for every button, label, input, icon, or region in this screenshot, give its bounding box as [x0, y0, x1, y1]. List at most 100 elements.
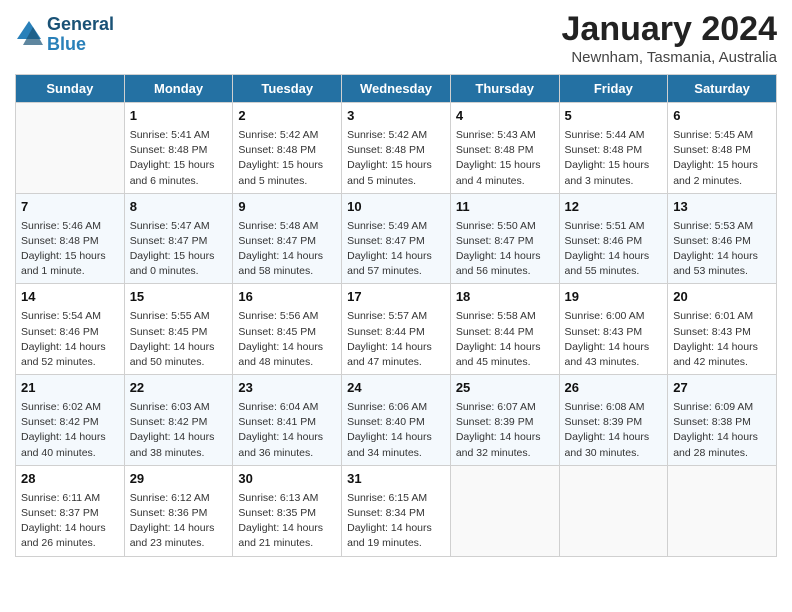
day-info-line: Daylight: 14 hours — [238, 249, 336, 264]
day-number: 31 — [347, 470, 445, 489]
day-number: 7 — [21, 198, 119, 217]
day-info-line: and 53 minutes. — [673, 264, 771, 279]
calendar-cell: 22Sunrise: 6:03 AMSunset: 8:42 PMDayligh… — [124, 375, 233, 466]
day-number: 28 — [21, 470, 119, 489]
day-info-line: Sunrise: 5:56 AM — [238, 309, 336, 324]
day-number: 15 — [130, 288, 228, 307]
calendar-cell: 13Sunrise: 5:53 AMSunset: 8:46 PMDayligh… — [668, 193, 777, 284]
day-info-line: Daylight: 14 hours — [673, 249, 771, 264]
day-info-line: Daylight: 14 hours — [565, 430, 663, 445]
calendar-cell: 25Sunrise: 6:07 AMSunset: 8:39 PMDayligh… — [450, 375, 559, 466]
day-info-line: and 19 minutes. — [347, 536, 445, 551]
day-info-line: Sunset: 8:47 PM — [456, 234, 554, 249]
day-info-line: and 34 minutes. — [347, 446, 445, 461]
day-info-line: Daylight: 15 hours — [130, 158, 228, 173]
day-info-line: Sunset: 8:36 PM — [130, 506, 228, 521]
day-info-line: Sunset: 8:48 PM — [456, 143, 554, 158]
day-number: 8 — [130, 198, 228, 217]
calendar-cell: 28Sunrise: 6:11 AMSunset: 8:37 PMDayligh… — [16, 465, 125, 556]
day-number: 6 — [673, 107, 771, 126]
title-block: January 2024 Newnham, Tasmania, Australi… — [562, 10, 778, 66]
calendar-cell: 6Sunrise: 5:45 AMSunset: 8:48 PMDaylight… — [668, 103, 777, 194]
day-info-line: Sunrise: 5:51 AM — [565, 219, 663, 234]
month-title: January 2024 — [562, 10, 778, 49]
calendar-cell: 27Sunrise: 6:09 AMSunset: 8:38 PMDayligh… — [668, 375, 777, 466]
day-info-line: Sunset: 8:44 PM — [347, 325, 445, 340]
day-info-line: Sunset: 8:42 PM — [21, 415, 119, 430]
day-info-line: Sunset: 8:48 PM — [238, 143, 336, 158]
logo: General Blue — [15, 15, 114, 55]
day-number: 3 — [347, 107, 445, 126]
calendar-cell: 4Sunrise: 5:43 AMSunset: 8:48 PMDaylight… — [450, 103, 559, 194]
calendar-cell: 1 Sunrise: 5:41 AMSunset: 8:48 PMDaylight… — [124, 103, 233, 194]
day-number: 23 — [238, 379, 336, 398]
day-info-line: and 56 minutes. — [456, 264, 554, 279]
day-info-line: Sunset: 8:48 PM — [21, 234, 119, 249]
logo-general: General — [47, 15, 114, 35]
day-number: 13 — [673, 198, 771, 217]
day-info-line: Sunset: 8:39 PM — [456, 415, 554, 430]
day-info-line: Sunset: 8:42 PM — [130, 415, 228, 430]
day-number: 18 — [456, 288, 554, 307]
day-info-line: and 30 minutes. — [565, 446, 663, 461]
day-number: 22 — [130, 379, 228, 398]
calendar-cell: 16Sunrise: 5:56 AMSunset: 8:45 PMDayligh… — [233, 284, 342, 375]
week-row-1: 1Sunrise: 5:41 AMSunset: 8:48 PMDaylight… — [16, 103, 777, 194]
day-info-line: and 45 minutes. — [456, 355, 554, 370]
day-info-line: and 57 minutes. — [347, 264, 445, 279]
day-info-line: Sunset: 8:47 PM — [347, 234, 445, 249]
calendar-cell: 31Sunrise: 6:15 AMSunset: 8:34 PMDayligh… — [342, 465, 451, 556]
calendar-cell: 2Sunrise: 5:42 AMSunset: 8:48 PMDaylight… — [233, 103, 342, 194]
day-info-line: Sunrise: 5:54 AM — [21, 309, 119, 324]
day-info-line: Sunset: 8:46 PM — [565, 234, 663, 249]
day-info-line: Daylight: 14 hours — [347, 249, 445, 264]
day-number: 19 — [565, 288, 663, 307]
day-number: 9 — [238, 198, 336, 217]
day-info-line: Daylight: 14 hours — [238, 430, 336, 445]
day-info-line: and 4 minutes. — [456, 174, 554, 189]
day-info-line: Sunrise: 5:48 AM — [238, 219, 336, 234]
day-info-line: and 1 minute. — [21, 264, 119, 279]
day-info-line: Sunset: 8:47 PM — [238, 234, 336, 249]
day-number: 16 — [238, 288, 336, 307]
day-info-line: Sunset: 8:48 PM — [130, 143, 228, 158]
day-info-line: and 23 minutes. — [130, 536, 228, 551]
day-info-line: and 48 minutes. — [238, 355, 336, 370]
calendar-table: SundayMondayTuesdayWednesdayThursdayFrid… — [15, 74, 777, 557]
day-info-line: Daylight: 14 hours — [238, 521, 336, 536]
day-info-line: and 58 minutes. — [238, 264, 336, 279]
week-row-4: 21Sunrise: 6:02 AMSunset: 8:42 PMDayligh… — [16, 375, 777, 466]
logo-blue: Blue — [47, 35, 114, 55]
day-info-line: Daylight: 14 hours — [456, 249, 554, 264]
day-info-line: Daylight: 15 hours — [130, 249, 228, 264]
day-info-line: Daylight: 14 hours — [130, 340, 228, 355]
day-number: 25 — [456, 379, 554, 398]
day-number: 20 — [673, 288, 771, 307]
calendar-cell: 5Sunrise: 5:44 AMSunset: 8:48 PMDaylight… — [559, 103, 668, 194]
day-info-line: Sunrise: 5:46 AM — [21, 219, 119, 234]
calendar-cell: 8Sunrise: 5:47 AMSunset: 8:47 PMDaylight… — [124, 193, 233, 284]
day-info-line: and 52 minutes. — [21, 355, 119, 370]
day-info-line: Sunrise: 5:41 AM — [130, 128, 228, 143]
logo-icon — [15, 19, 43, 47]
day-info-line: Sunset: 8:44 PM — [456, 325, 554, 340]
calendar-cell: 7Sunrise: 5:46 AMSunset: 8:48 PMDaylight… — [16, 193, 125, 284]
location: Newnham, Tasmania, Australia — [562, 49, 778, 66]
day-info-line: Sunset: 8:48 PM — [347, 143, 445, 158]
day-info-line: Sunset: 8:48 PM — [565, 143, 663, 158]
day-info-line: Daylight: 14 hours — [130, 521, 228, 536]
day-info-line: Sunrise: 5:53 AM — [673, 219, 771, 234]
day-number: 29 — [130, 470, 228, 489]
day-info-line: Sunrise: 6:06 AM — [347, 400, 445, 415]
day-info-line: Sunset: 8:38 PM — [673, 415, 771, 430]
day-info-line: Daylight: 14 hours — [238, 340, 336, 355]
day-info-line: Daylight: 15 hours — [456, 158, 554, 173]
day-info-line: Sunrise: 5:50 AM — [456, 219, 554, 234]
day-info-line: Sunrise: 5:42 AM — [347, 128, 445, 143]
day-info-line: Sunset: 8:43 PM — [565, 325, 663, 340]
day-info-line: Daylight: 14 hours — [565, 249, 663, 264]
day-info-line: Daylight: 15 hours — [565, 158, 663, 173]
calendar-cell: 11Sunrise: 5:50 AMSunset: 8:47 PMDayligh… — [450, 193, 559, 284]
day-number: 1 — [130, 107, 228, 126]
day-info-line: Sunrise: 6:07 AM — [456, 400, 554, 415]
